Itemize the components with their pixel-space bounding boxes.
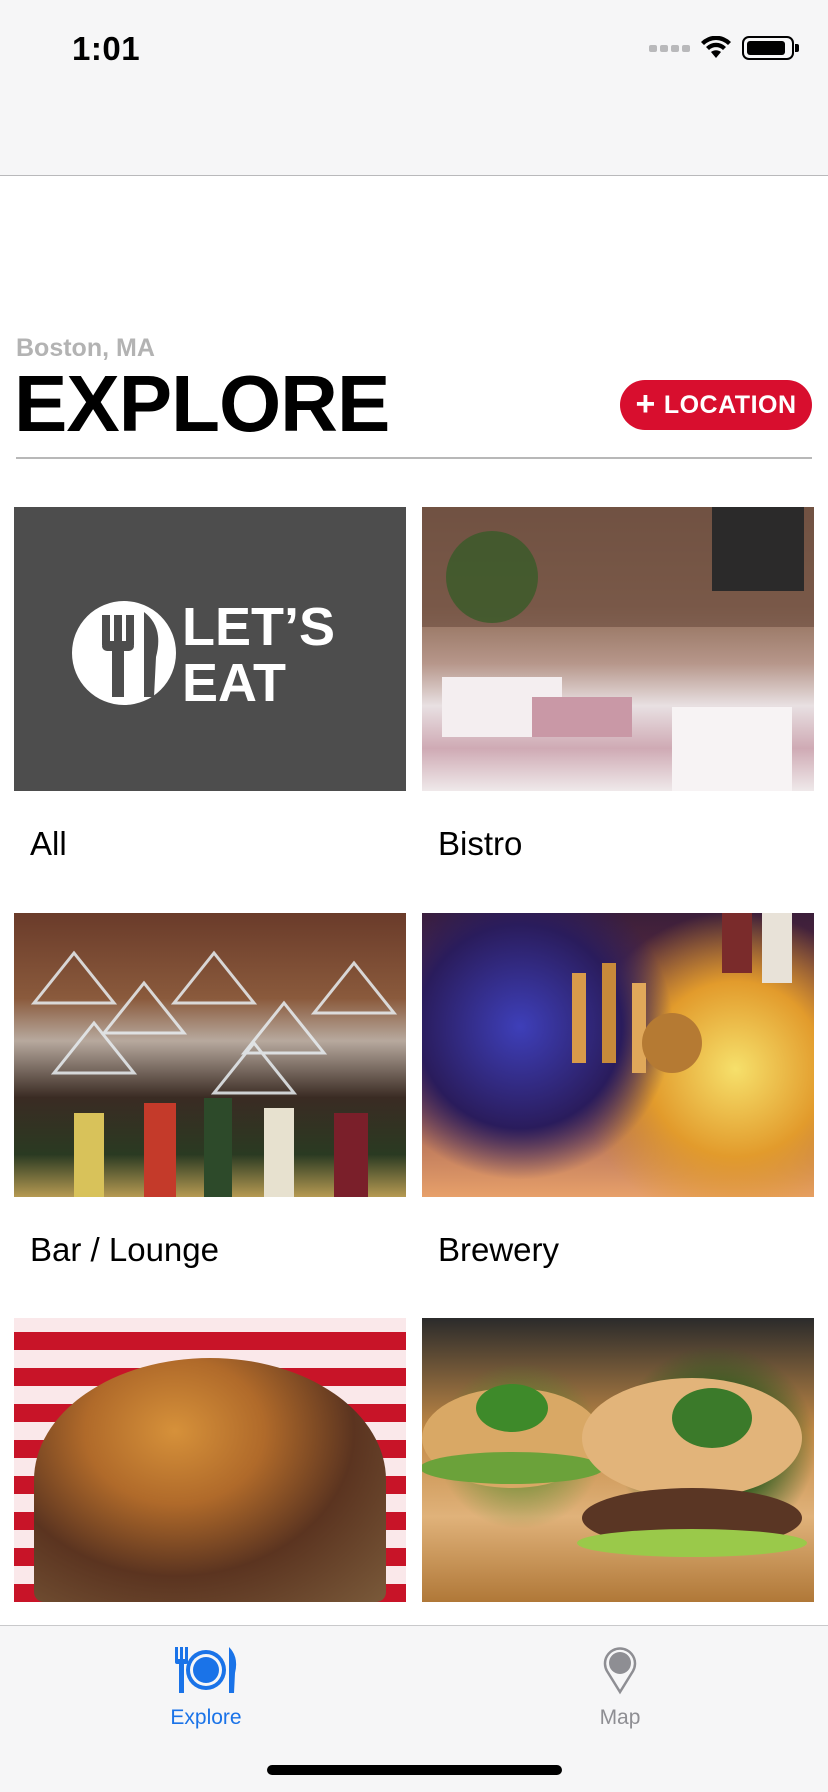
category-label: Bar / Lounge <box>30 1231 219 1268</box>
plus-icon: + <box>635 384 656 423</box>
category-label: Bistro <box>438 825 523 862</box>
bistro-photo <box>422 507 814 791</box>
tab-explore[interactable]: Explore <box>106 1640 306 1730</box>
category-tile-all[interactable]: LET’S EAT All <box>14 507 406 862</box>
battery-level <box>747 41 785 55</box>
lets-eat-logo-icon: LET’S EAT <box>72 597 335 713</box>
brewery-photo <box>422 913 814 1197</box>
add-location-button[interactable]: + LOCATION <box>620 380 812 430</box>
fork-plate-knife-icon <box>175 1647 237 1693</box>
category-label: All <box>30 825 67 862</box>
tab-label: Explore <box>170 1706 242 1729</box>
category-label: Brewery <box>438 1231 560 1268</box>
category-tile-bar-lounge[interactable]: Bar / Lounge <box>14 913 406 1268</box>
header-divider <box>16 457 812 459</box>
page-title: EXPLORE <box>14 359 390 448</box>
bar-lounge-photo <box>14 913 406 1197</box>
category-tile-brewery[interactable]: Brewery <box>422 913 814 1268</box>
add-location-label: LOCATION <box>663 390 797 419</box>
map-pin-icon <box>603 1647 637 1695</box>
category-tile-burger-2[interactable] <box>422 1318 814 1602</box>
navigation-bar: 1:01 <box>0 0 828 176</box>
burger-photo-2 <box>422 1318 814 1602</box>
tab-label: Map <box>599 1706 641 1729</box>
burger-photo <box>14 1318 406 1602</box>
status-time: 1:01 <box>72 30 141 67</box>
signal-icon <box>649 44 690 52</box>
lets-eat-logo: LET’S EAT <box>14 507 406 791</box>
svg-text:LET’S: LET’S <box>182 597 335 657</box>
tab-map[interactable]: Map <box>520 1640 720 1730</box>
battery-icon <box>742 36 799 60</box>
category-tile-burger[interactable] <box>14 1318 406 1602</box>
status-icons <box>649 36 799 60</box>
wifi-icon <box>701 36 731 58</box>
svg-text:EAT: EAT <box>182 653 286 713</box>
category-tile-bistro[interactable]: Bistro <box>422 507 814 862</box>
home-indicator <box>267 1765 562 1775</box>
